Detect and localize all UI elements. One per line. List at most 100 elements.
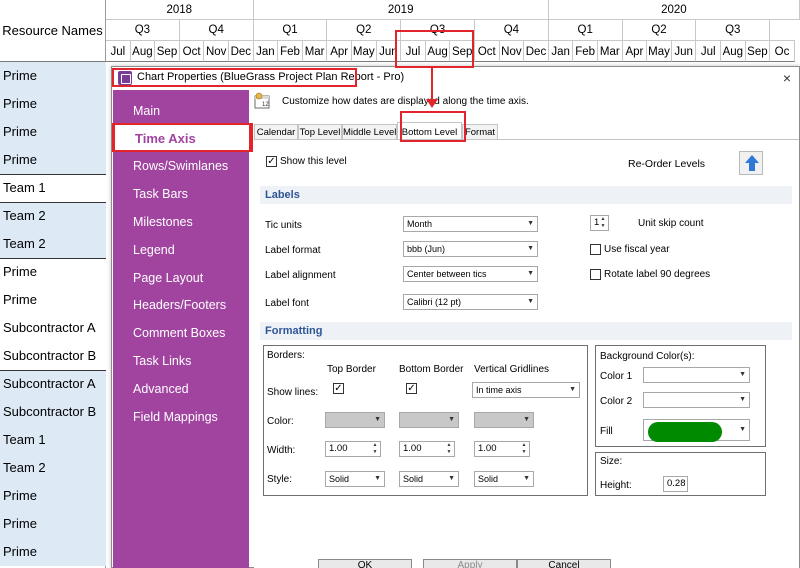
height-value: 0.28 <box>667 478 686 489</box>
quarter-label: Q1 <box>254 20 328 40</box>
top-border-style-dropdown[interactable]: Solid ▼ <box>325 471 385 487</box>
spinner-arrows-icon: ▲ ▼ <box>372 442 378 455</box>
gridline-color-dropdown[interactable]: ▼ <box>474 412 534 428</box>
sidebar-item-advanced[interactable]: Advanced <box>133 382 189 396</box>
month-label: Feb <box>573 40 598 62</box>
month-label: Feb <box>278 40 303 62</box>
chevron-down-icon: ▼ <box>739 396 746 403</box>
resource-row: Team 2 <box>0 454 106 482</box>
month-label: Oc <box>770 40 795 62</box>
sidebar-item-headers-footers[interactable]: Headers/Footers <box>133 298 226 312</box>
bottom-border-width-value: 1.00 <box>403 443 422 454</box>
month-label: May <box>352 40 377 62</box>
style-label: Style: <box>267 474 293 485</box>
annotation-months-box <box>395 30 474 68</box>
sidebar-item-task-links[interactable]: Task Links <box>133 354 191 368</box>
color2-label: Color 2 <box>600 396 633 407</box>
bottom-border-color-dropdown[interactable]: ▼ <box>399 412 459 428</box>
reorder-levels-label: Re-Order Levels <box>628 158 706 170</box>
color2-dropdown[interactable]: ▼ <box>643 392 750 408</box>
svg-text:12: 12 <box>262 102 269 108</box>
resource-row: Prime <box>0 118 106 146</box>
top-border-width-value: 1.00 <box>329 443 348 454</box>
move-up-button[interactable] <box>739 151 763 175</box>
properties-sidebar: Main Time Axis Rows/Swimlanes Task Bars Mile… <box>113 90 251 568</box>
resource-row: Subcontractor B <box>0 398 106 426</box>
close-icon[interactable]: × <box>783 69 791 87</box>
gridline-width-spinner[interactable]: 1.00 ▲ ▼ <box>474 441 530 457</box>
tic-units-label: Tic units <box>265 220 302 231</box>
top-border-color-dropdown[interactable]: ▼ <box>325 412 385 428</box>
bottom-border-style-value: Solid <box>403 474 424 484</box>
sidebar-item-field-mappings[interactable]: Field Mappings <box>133 410 218 424</box>
show-level-checkbox[interactable]: ✓ <box>266 156 277 167</box>
tic-units-dropdown[interactable]: Month ▼ <box>403 216 538 232</box>
label-format-dropdown[interactable]: bbb (Jun) ▼ <box>403 241 538 257</box>
sidebar-item-legend[interactable]: Legend <box>133 243 175 257</box>
cancel-label: Cancel <box>548 560 580 568</box>
fill-color-swatch <box>648 422 722 442</box>
dialog-description: Customize how dates are displayed along … <box>282 96 529 107</box>
year-label: 2018 <box>106 0 254 20</box>
formatting-section-heading: Formatting <box>260 322 792 340</box>
cancel-button[interactable]: Cancel <box>517 559 611 568</box>
chevron-down-icon: ▼ <box>527 220 534 227</box>
tab-top-level[interactable]: Top Level <box>298 124 342 140</box>
group-divider <box>0 370 106 371</box>
apply-button[interactable]: Apply <box>423 559 517 568</box>
month-label: Oct <box>179 40 205 62</box>
chevron-down-icon: ▼ <box>523 416 530 423</box>
month-label: Sep <box>155 40 180 62</box>
chevron-down-icon: ▼ <box>527 270 534 277</box>
rotate-label-checkbox[interactable] <box>590 269 601 280</box>
sidebar-item-page-layout[interactable]: Page Layout <box>133 271 203 285</box>
resource-row: Team 1 <box>0 174 106 202</box>
label-font-label: Label font <box>265 298 309 309</box>
bottom-border-style-dropdown[interactable]: Solid ▼ <box>399 471 459 487</box>
sidebar-item-rows-swimlanes[interactable]: Rows/Swimlanes <box>133 159 228 173</box>
sidebar-item-milestones[interactable]: Milestones <box>133 215 193 229</box>
sidebar-item-comment-boxes[interactable]: Comment Boxes <box>133 326 225 340</box>
year-label: 2019 <box>253 0 549 20</box>
chevron-down-icon: ▼ <box>448 416 455 423</box>
top-border-style-value: Solid <box>329 474 350 484</box>
annotation-arrow-icon <box>426 99 438 108</box>
size-label: Size: <box>600 456 623 467</box>
resource-row: Prime <box>0 510 106 538</box>
labels-section-heading: Labels <box>260 186 792 204</box>
fiscal-year-checkbox[interactable] <box>590 244 601 255</box>
ok-button[interactable]: OK <box>318 559 412 568</box>
resource-names-header[interactable]: Resource Names <box>0 0 106 62</box>
label-alignment-value: Center between tics <box>407 269 487 279</box>
vertical-gridlines-label: Vertical Gridlines <box>474 364 550 375</box>
bottom-border-checkbox[interactable]: ✓ <box>406 383 417 394</box>
sidebar-item-task-bars[interactable]: Task Bars <box>133 187 188 201</box>
vertical-gridlines-dropdown[interactable]: In time axis ▼ <box>472 382 580 398</box>
top-border-checkbox[interactable]: ✓ <box>333 383 344 394</box>
label-alignment-dropdown[interactable]: Center between tics ▼ <box>403 266 538 282</box>
month-label: Aug <box>721 40 746 62</box>
top-border-width-spinner[interactable]: 1.00 ▲ ▼ <box>325 441 381 457</box>
sidebar-item-main[interactable]: Main <box>133 104 160 118</box>
resource-row: Prime <box>0 62 106 90</box>
rotate-label-label: Rotate label 90 degrees <box>604 269 711 280</box>
gridline-style-dropdown[interactable]: Solid ▼ <box>474 471 534 487</box>
tab-format[interactable]: Format <box>462 124 498 140</box>
bottom-border-label: Bottom Border <box>399 364 464 375</box>
chevron-down-icon: ▼ <box>569 386 576 393</box>
tab-middle-level[interactable]: Middle Level <box>342 124 397 140</box>
color1-dropdown[interactable]: ▼ <box>643 367 750 383</box>
height-spinner[interactable]: 0.28 <box>663 476 688 492</box>
height-label: Height: <box>600 480 632 491</box>
tab-calendar[interactable]: Calendar <box>254 124 298 140</box>
month-label: Mar <box>598 40 623 62</box>
month-label: Nov <box>499 40 525 62</box>
quarter-label: Q3 <box>696 20 771 40</box>
chevron-down-icon: ▼ <box>448 475 455 482</box>
color1-label: Color 1 <box>600 371 633 382</box>
month-label: Apr <box>622 40 648 62</box>
bottom-border-width-spinner[interactable]: 1.00 ▲ ▼ <box>399 441 455 457</box>
label-font-dropdown[interactable]: Calibri (12 pt) ▼ <box>403 294 538 310</box>
resource-row: Team 2 <box>0 230 106 258</box>
unit-skip-spinner[interactable]: 1 ▲ ▼ <box>590 215 609 231</box>
